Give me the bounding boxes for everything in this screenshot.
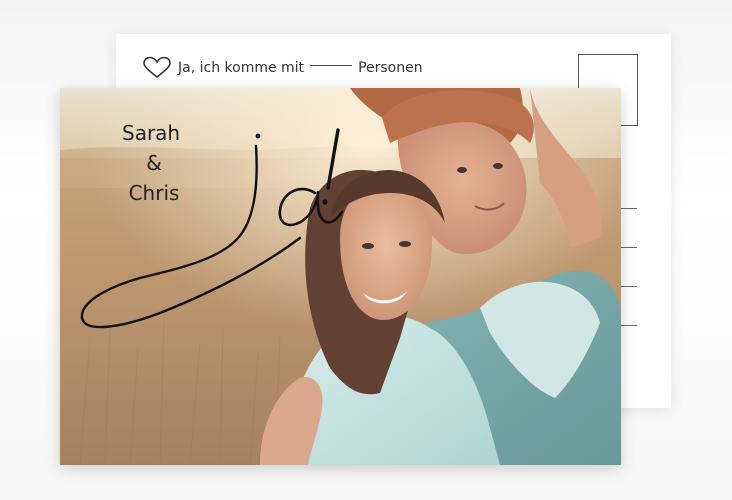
rsvp-blank-line [310,64,353,66]
address-line [621,325,637,326]
postcard-front: Sarah & Chris [60,88,621,465]
couple-names: Sarah & Chris [114,118,194,208]
rsvp-line: Ja, ich komme mit Personen [142,56,423,80]
address-line [621,247,637,248]
address-line [621,208,637,209]
address-line [621,286,637,287]
rsvp-text-after: Personen [358,60,423,76]
heart-outline-icon [143,56,171,79]
rsvp-text-before: Ja, ich komme mit [178,60,305,76]
ampersand: & [146,151,162,175]
name-sarah: Sarah [122,121,181,145]
name-chris: Chris [128,181,180,205]
